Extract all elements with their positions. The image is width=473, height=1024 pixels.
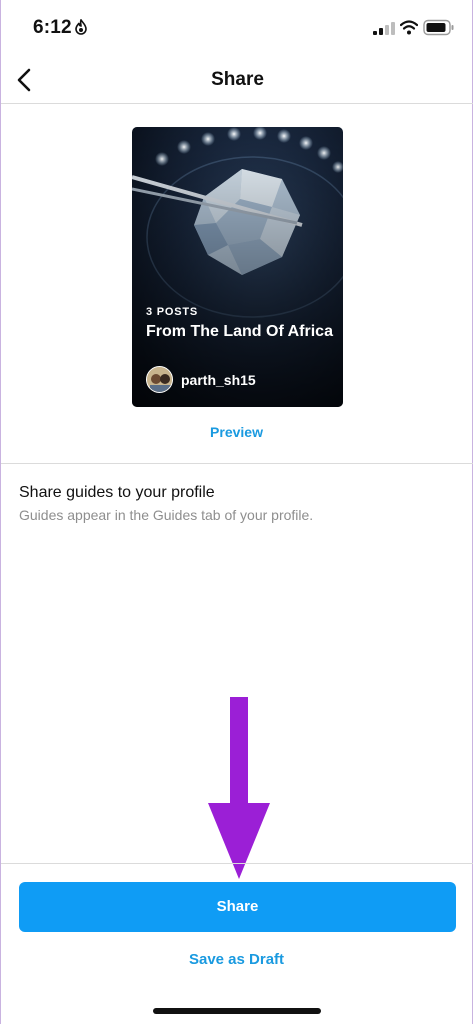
share-option-heading: Share guides to your profile [19,484,215,501]
cellular-signal-icon [373,22,395,35]
share-button[interactable]: Share [19,882,456,932]
home-indicator[interactable] [153,1008,321,1014]
guide-cover-card[interactable]: 3 POSTS From The Land Of Africa parth_sh… [132,127,343,407]
guide-author-username: parth_sh15 [181,372,256,388]
down-arrow-annotation-icon [208,697,270,879]
app-frame: 6:12 Share 3 POSTS From The Land Of Afri… [0,0,473,1024]
avatar [146,366,173,393]
share-option-subtext: Guides appear in the Guides tab of your … [19,507,314,523]
wifi-icon [400,20,418,35]
status-time: 6:12 [33,17,72,38]
post-count-label: 3 POSTS [146,306,199,318]
battery-icon [423,19,454,36]
divider [1,463,473,464]
page-title: Share [211,69,264,90]
guide-cover-image [132,127,343,407]
flame-icon [75,19,87,35]
save-as-draft-button[interactable]: Save as Draft [1,951,472,968]
guide-title: From The Land Of Africa [146,323,333,340]
status-bar: 6:12 [1,0,473,56]
nav-bar: Share [1,56,473,104]
preview-link[interactable]: Preview [1,424,472,440]
divider [1,863,473,864]
